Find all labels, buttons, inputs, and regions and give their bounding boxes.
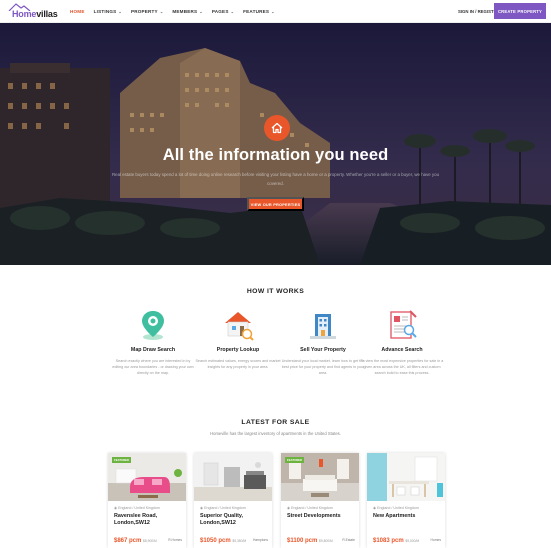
feature-property-lookup: Property Lookup Search estimated values,… — [193, 308, 283, 370]
feature-title: Sell Your Property — [300, 347, 346, 353]
listing-title[interactable]: Street Developments — [287, 513, 353, 520]
feature-title: Property Lookup — [216, 347, 260, 353]
hero-banner: All the information you need Real estate… — [0, 23, 551, 265]
feature-title: Map Draw Search — [130, 347, 176, 353]
location-text: ◉ England / United Kingdom — [373, 506, 419, 510]
site-header: Homevillas HOME LISTINGS ⌄ PROPERTY ⌄ MEMB… — [0, 0, 551, 23]
listing-title[interactable]: New Apartments — [373, 513, 439, 520]
feature-description: To view the most expensive properties fo… — [360, 359, 444, 376]
featured-badge: FEATURED — [285, 457, 305, 463]
building-icon — [310, 314, 336, 339]
listing-photo[interactable] — [194, 453, 272, 501]
agent-logo: R.Estate — [342, 538, 355, 542]
location-text: ◉ England / United Kingdom — [114, 506, 160, 510]
nav-listings[interactable]: LISTINGS ⌄ — [94, 9, 122, 14]
house-search-icon — [225, 312, 254, 341]
feature-map-draw-search: Map Draw Search Search exactly where you… — [108, 308, 198, 377]
feature-title: Advance Search — [381, 347, 423, 353]
listing-title[interactable]: Superior Quality, London,SW12 — [200, 513, 266, 527]
nav-home[interactable]: HOME — [70, 9, 85, 14]
agent-logo: Hamptons — [252, 538, 268, 542]
nav-pages[interactable]: PAGES ⌄ — [212, 9, 234, 14]
listing-card[interactable]: ◉ England / United Kingdom Superior Qual… — [194, 453, 272, 548]
view-properties-button[interactable]: VIEW OUR PROPERTIES — [247, 197, 304, 211]
listing-card[interactable]: ◉ England / United Kingdom New Apartment… — [367, 453, 445, 548]
location-text: ◉ England / United Kingdom — [287, 506, 333, 510]
logo-text: Homevillas — [12, 9, 58, 19]
listing-price: $867 pcm $8,900/M — [114, 538, 157, 544]
listing-title[interactable]: Ravenslee Road, London,SW12 — [114, 513, 180, 527]
nav-members[interactable]: MEMBERS ⌄ — [172, 9, 202, 14]
chevron-down-icon: ⌄ — [159, 9, 164, 14]
chevron-down-icon: ⌄ — [230, 9, 235, 14]
hero-overlay — [0, 23, 551, 265]
feature-advance-search: Advance Search To view the most expensiv… — [357, 308, 447, 377]
feature-description: Search exactly where you are interested … — [112, 359, 194, 376]
home-icon — [264, 115, 290, 141]
listing-price: $1083 pcm $9,000/M — [373, 538, 420, 544]
listing-price: $1050 pcm $9,350/M — [200, 538, 247, 544]
map-pin-icon — [142, 311, 164, 340]
chevron-down-icon: ⌄ — [271, 9, 275, 14]
nav-property[interactable]: PROPERTY ⌄ — [131, 9, 163, 14]
listing-photo[interactable]: FEATURED — [281, 453, 359, 501]
latest-for-sale-title: LATEST FOR SALE — [241, 419, 310, 426]
feature-sell-your-property: Sell Your Property Understand your local… — [278, 308, 368, 377]
listing-price: $1100 pcm $9,800/M — [287, 538, 333, 544]
listing-card[interactable]: FEATURED ◉ England / United Kingdom Rave… — [108, 453, 186, 548]
chevron-down-icon: ⌄ — [199, 9, 203, 14]
hero-title: All the information you need — [162, 146, 389, 164]
agent-logo: R.Homes — [168, 538, 182, 542]
feature-description: Understand your local market, learn how … — [281, 359, 365, 376]
chevron-down-icon: ⌄ — [118, 9, 122, 14]
listing-photo[interactable] — [367, 453, 445, 501]
latest-for-sale-subtitle: Homeville has the largest inventory of a… — [210, 431, 341, 436]
create-property-button[interactable]: CREATE PROPERTY — [494, 3, 546, 19]
listing-card[interactable]: FEATURED ◉ England / United Kingdom Stre… — [281, 453, 359, 548]
featured-badge: FEATURED — [112, 457, 132, 463]
hero-subtitle: Real estate buyers today spend a lot of … — [111, 172, 440, 186]
main-nav: HOME LISTINGS ⌄ PROPERTY ⌄ MEMBERS ⌄ PAGES ⌄… — [70, 0, 284, 23]
listing-photo[interactable]: FEATURED — [108, 453, 186, 501]
document-search-icon — [390, 310, 417, 339]
nav-features[interactable]: FEATURES ⌄ — [243, 9, 275, 14]
agent-logo: Homes — [430, 538, 441, 542]
logo[interactable]: Homevillas — [8, 3, 58, 20]
feature-description: Search estimated values, energy scores a… — [195, 359, 281, 370]
location-text: ◉ England / United Kingdom — [200, 506, 246, 510]
how-it-works-title: HOW IT WORKS — [246, 288, 305, 295]
